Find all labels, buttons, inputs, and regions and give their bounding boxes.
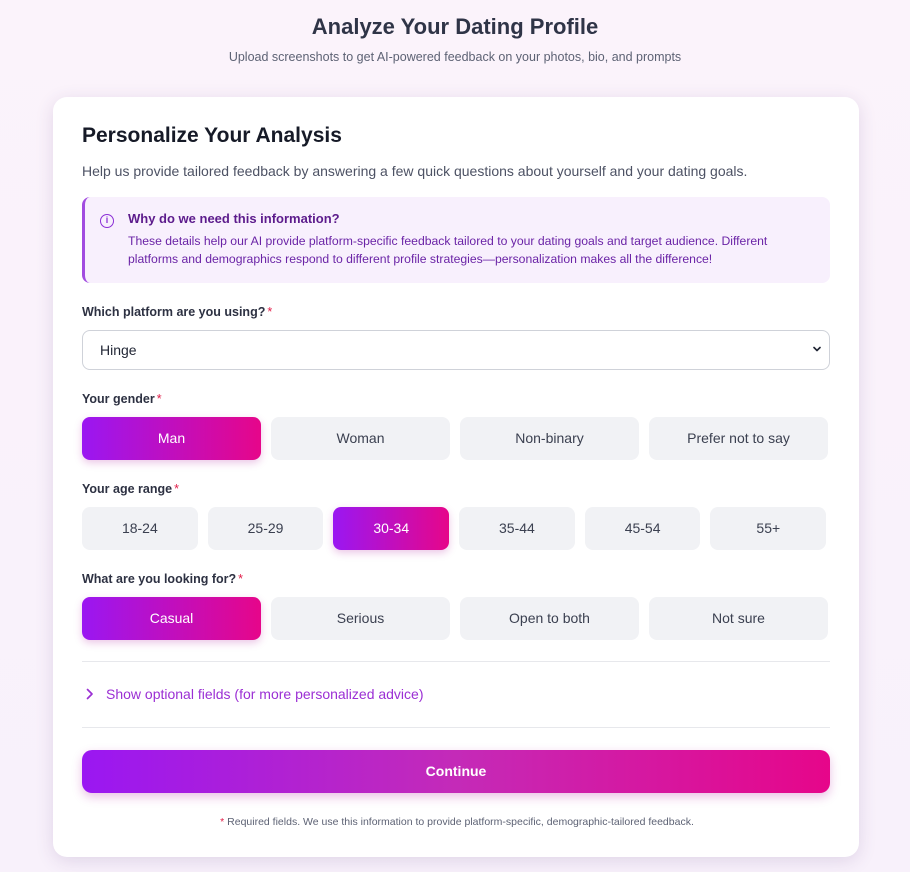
show-optional-fields-label: Show optional fields (for more personali…	[106, 686, 424, 702]
chevron-down-icon	[813, 346, 821, 352]
info-text: These details help our AI provide platfo…	[128, 234, 768, 266]
required-mark: *	[267, 305, 273, 319]
looking-for-label-text: What are you looking for?	[82, 572, 237, 586]
platform-select-value: Hinge	[100, 342, 137, 358]
card-title: Personalize Your Analysis	[82, 124, 342, 147]
gender-label: Your gender *	[82, 392, 162, 406]
platform-label: Which platform are you using? *	[82, 305, 272, 319]
required-mark: *	[238, 572, 244, 586]
required-mark: *	[174, 482, 179, 496]
platform-select[interactable]: Hinge	[82, 330, 830, 370]
platform-label-text: Which platform are you using?	[82, 305, 266, 319]
age-option-35-44[interactable]: 35-44	[459, 507, 575, 550]
page-subtitle: Upload screenshots to get AI-powered fee…	[228, 50, 682, 64]
info-heading: Why do we need this information?	[128, 211, 340, 226]
age-option-30-34[interactable]: 30-34	[333, 507, 450, 550]
personalize-card: Personalize Your Analysis Help us provid…	[53, 97, 859, 857]
footnote-required-mark: *	[220, 816, 225, 828]
looking-for-option-casual[interactable]: Casual	[82, 597, 261, 640]
age-option-55-plus[interactable]: 55+	[710, 507, 827, 550]
gender-label-text: Your gender	[82, 392, 155, 406]
looking-for-options: Casual Serious Open to both Not sure	[82, 597, 828, 640]
looking-for-option-serious[interactable]: Serious	[271, 597, 450, 640]
looking-for-label: What are you looking for? *	[82, 572, 243, 586]
info-icon: i	[100, 214, 114, 228]
age-options: 18-24 25-29 30-34 35-44 45-54 55+	[82, 507, 827, 550]
divider	[82, 661, 830, 662]
gender-option-woman[interactable]: Woman	[271, 417, 450, 460]
age-label: Your age range *	[82, 482, 179, 496]
gender-option-prefer-not-to-say[interactable]: Prefer not to say	[649, 417, 828, 460]
age-option-25-29[interactable]: 25-29	[207, 507, 324, 550]
continue-button[interactable]: Continue	[82, 750, 830, 793]
looking-for-option-not-sure[interactable]: Not sure	[649, 597, 828, 640]
age-option-45-54[interactable]: 45-54	[584, 507, 701, 550]
footnote: * Required fields. We use this informati…	[53, 816, 859, 828]
divider	[82, 727, 830, 728]
required-mark: *	[156, 392, 162, 406]
page-title: Analyze Your Dating Profile	[311, 14, 599, 39]
gender-option-man[interactable]: Man	[82, 417, 261, 460]
age-option-18-24[interactable]: 18-24	[82, 507, 198, 550]
footnote-text: Required fields. We use this information…	[227, 816, 694, 828]
gender-option-non-binary[interactable]: Non-binary	[460, 417, 639, 460]
age-label-text: Your age range	[82, 482, 173, 496]
chevron-right-icon	[86, 688, 93, 700]
info-callout: i Why do we need this information? These…	[82, 197, 830, 283]
card-description: Help us provide tailored feedback by ans…	[82, 163, 748, 179]
gender-options: Man Woman Non-binary Prefer not to say	[82, 417, 828, 460]
looking-for-option-open-to-both[interactable]: Open to both	[460, 597, 639, 640]
show-optional-fields-toggle[interactable]: Show optional fields (for more personali…	[82, 683, 424, 705]
